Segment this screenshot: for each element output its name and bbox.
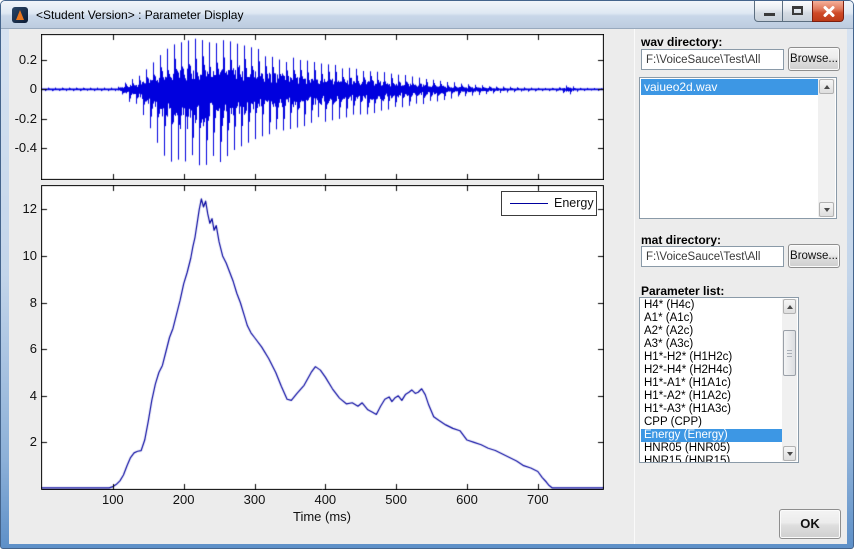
wav-list-scrollbar[interactable] [818,79,835,217]
x-tick-label: 400 [303,492,347,507]
list-item[interactable]: HNR15 (HNR15) [641,455,782,463]
window: <Student Version> : Parameter Display En… [0,0,854,549]
wav-browse-button[interactable]: Browse... [788,47,840,71]
y-tick-label: 4 [9,388,37,403]
y-tick-label: 8 [9,295,37,310]
mat-directory-label: mat directory: [641,233,721,247]
y-tick-label: -0.2 [9,111,37,126]
y-tick-label: 12 [9,201,37,216]
scrollbar-up-button[interactable] [783,299,796,314]
window-title: <Student Version> : Parameter Display [36,8,243,22]
matlab-icon [12,7,28,23]
x-tick-label: 300 [233,492,277,507]
maximize-icon [792,6,803,15]
panel-divider [634,29,635,544]
y-tick-label: 10 [9,248,37,263]
x-tick-label: 200 [162,492,206,507]
y-tick-label: 6 [9,341,37,356]
mat-browse-button[interactable]: Browse... [788,244,840,268]
list-item[interactable]: H1*-A2* (H1A2c) [641,390,782,403]
x-tick-label: 500 [374,492,418,507]
parameter-list[interactable]: H4* (H4c)A1* (A1c)A2* (A2c)A3* (A3c)H1*-… [639,297,799,463]
parameter-list-scrollbar[interactable] [782,299,797,461]
up-arrow-icon [824,85,830,89]
time-axis-label: Time (ms) [247,509,397,524]
list-item[interactable]: Energy (Energy) [641,429,782,442]
wav-directory-input[interactable] [641,49,784,70]
list-item[interactable]: A2* (A2c) [641,325,782,338]
list-item[interactable]: H1*-A3* (H1A3c) [641,403,782,416]
up-arrow-icon [787,305,793,309]
y-tick-label: 2 [9,434,37,449]
mat-directory-input[interactable] [641,246,784,267]
list-item[interactable]: CPP (CPP) [641,416,782,429]
list-item[interactable]: vaiueo2d.wav [641,79,818,95]
y-tick-label: -0.4 [9,140,37,155]
wav-directory-label: wav directory: [641,35,722,49]
list-item[interactable]: A3* (A3c) [641,338,782,351]
y-tick-label: 0.2 [9,52,37,67]
titlebar[interactable]: <Student Version> : Parameter Display [1,1,853,29]
maximize-button[interactable] [783,1,812,22]
parameter-list-label: Parameter list: [641,284,724,298]
list-item[interactable]: HNR05 (HNR05) [641,442,782,455]
list-item[interactable]: H2*-H4* (H2H4c) [641,364,782,377]
legend-line [510,203,548,204]
thumb-grip-icon [787,353,792,354]
x-tick-label: 700 [516,492,560,507]
legend: Energy [501,191,597,216]
ok-button[interactable]: OK [779,509,841,539]
down-arrow-icon [787,452,793,456]
minimize-icon [764,13,775,16]
legend-label: Energy [554,196,594,210]
scrollbar-thumb[interactable] [783,330,796,376]
figure-area: Energy Time (ms) wav directory: Browse..… [9,29,847,544]
close-button[interactable] [812,1,844,22]
list-item[interactable]: H1*-H2* (H1H2c) [641,351,782,364]
scrollbar-down-button[interactable] [819,202,834,217]
list-item[interactable]: H1*-A1* (H1A1c) [641,377,782,390]
list-item[interactable]: H4* (H4c) [641,299,782,312]
x-tick-label: 600 [445,492,489,507]
energy-plot [41,185,604,490]
wav-file-list[interactable]: vaiueo2d.wav [639,77,837,219]
minimize-button[interactable] [754,1,783,22]
waveform-plot [41,34,604,180]
down-arrow-icon [824,208,830,212]
y-tick-label: 0 [9,81,37,96]
scrollbar-up-button[interactable] [819,79,834,94]
scrollbar-down-button[interactable] [783,446,796,461]
x-tick-label: 100 [91,492,135,507]
list-item[interactable]: A1* (A1c) [641,312,782,325]
